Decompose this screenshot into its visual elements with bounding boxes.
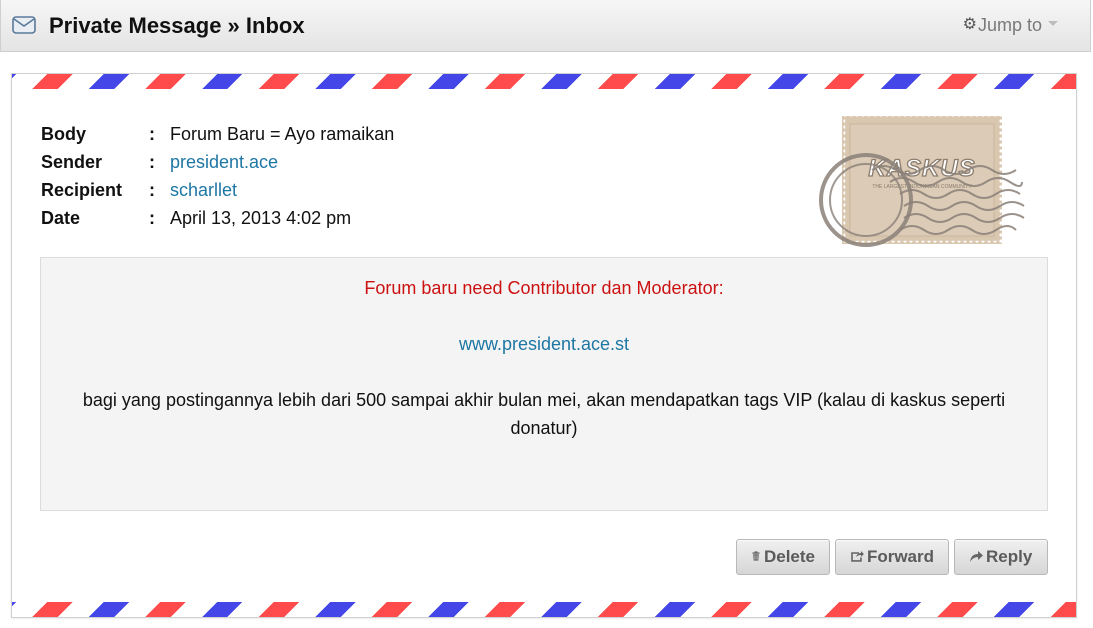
message-envelope: Body : Forum Baru = Ayo ramaikan Sender … bbox=[11, 73, 1077, 618]
meta-row-body: Body : Forum Baru = Ayo ramaikan bbox=[41, 120, 394, 148]
message-actions: Delete Forward Reply bbox=[736, 539, 1048, 575]
envelope-icon bbox=[12, 16, 36, 34]
page-header: Private Message » Inbox ⚙ Jump to bbox=[0, 0, 1091, 52]
sender-label: Sender bbox=[41, 152, 103, 172]
message-heading: Forum baru need Contributor dan Moderato… bbox=[364, 278, 724, 298]
meta-row-recipient: Recipient : scharllet bbox=[41, 176, 394, 204]
message-text: bagi yang postingannya lebih dari 500 sa… bbox=[82, 390, 1006, 438]
delete-label: Delete bbox=[763, 547, 815, 566]
forward-label: Forward bbox=[866, 547, 934, 566]
sender-link[interactable]: president.ace bbox=[170, 148, 278, 176]
message-meta: Body : Forum Baru = Ayo ramaikan Sender … bbox=[41, 120, 394, 232]
jump-to-label: Jump to bbox=[977, 15, 1042, 35]
forward-button[interactable]: Forward bbox=[835, 539, 949, 575]
gear-icon: ⚙ bbox=[962, 16, 977, 33]
recipient-separator: : bbox=[149, 180, 155, 200]
body-value: Forum Baru = Ayo ramaikan bbox=[170, 124, 395, 144]
message-body-panel: Forum baru need Contributor dan Moderato… bbox=[40, 257, 1048, 511]
reply-button[interactable]: Reply bbox=[954, 539, 1048, 575]
meta-row-sender: Sender : president.ace bbox=[41, 148, 394, 176]
body-separator: : bbox=[149, 124, 155, 144]
caret-down-icon bbox=[1048, 20, 1058, 26]
message-link[interactable]: www.president.ace.st bbox=[41, 330, 1047, 358]
share-icon bbox=[851, 551, 864, 562]
airmail-stripe-bottom bbox=[12, 602, 1076, 617]
meta-row-date: Date : April 13, 2013 4:02 pm bbox=[41, 204, 394, 232]
recipient-label: Recipient bbox=[41, 180, 123, 200]
date-separator: : bbox=[149, 208, 155, 228]
airmail-stripe-top bbox=[12, 74, 1076, 89]
reply-arrow-icon bbox=[970, 551, 983, 562]
kaskus-stamp-icon: KASKUS THE LARGEST INDONESIAN COMMUNITY bbox=[819, 116, 1025, 247]
body-label: Body bbox=[41, 124, 86, 144]
recipient-link[interactable]: scharllet bbox=[170, 176, 237, 204]
page-title: Private Message » Inbox bbox=[49, 13, 305, 38]
sender-separator: : bbox=[149, 152, 155, 172]
date-label: Date bbox=[41, 208, 81, 228]
reply-label: Reply bbox=[986, 547, 1033, 566]
jump-to-dropdown[interactable]: ⚙ Jump to bbox=[963, 13, 1058, 37]
delete-button[interactable]: Delete bbox=[736, 539, 830, 575]
trash-icon bbox=[752, 551, 760, 561]
date-value: April 13, 2013 4:02 pm bbox=[170, 208, 352, 228]
